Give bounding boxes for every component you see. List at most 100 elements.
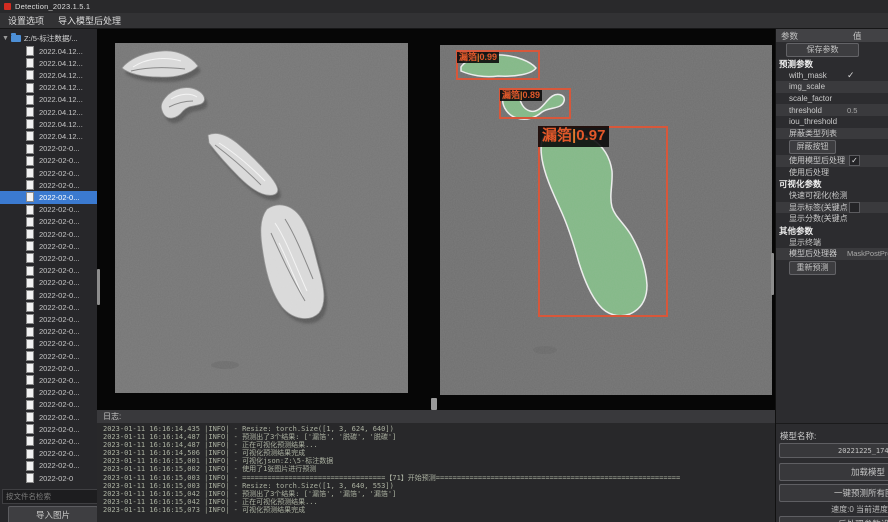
param-button[interactable]: 屏蔽按钮 [789,140,836,154]
param-row[interactable]: scale_factor [776,93,888,105]
import-image-button[interactable]: 导入图片 [8,506,98,522]
file-icon [26,449,34,459]
param-row[interactable]: 显示终端 [776,236,888,248]
file-icon [26,46,34,56]
checkbox[interactable]: ✓ [849,155,860,166]
tree-item-label: 2022-02-0... [39,339,79,348]
tree-item-label: 2022.04.12... [39,120,83,129]
param-label: 显示终端 [776,237,847,248]
predict-all-button[interactable]: 一键预测所有图片 [779,484,888,502]
param-row[interactable]: 模型后处理器MaskPostPro [776,248,888,260]
tree-item[interactable]: 2022-02-0... [0,435,97,447]
tree-item[interactable]: 2022-02-0... [0,228,97,240]
model-name-label: 模型名称: [780,430,816,442]
tree-item[interactable]: 2022.04.12... [0,69,97,81]
hscroll-grip[interactable] [431,398,437,410]
param-row[interactable]: 使用后处理 [776,167,888,179]
tree-item-label: 2022-02-0... [39,144,79,153]
tree-item-label: 2022-02-0... [39,242,79,251]
tree-item-label: 2022-02-0... [39,352,79,361]
tree-root-folder[interactable]: ▼ Z:/5-标注数据/... [2,32,78,44]
left-scroll-grip[interactable] [97,269,100,305]
tree-item[interactable]: 2022.04.12... [0,45,97,57]
tree-item-label: 2022.04.12... [39,47,83,56]
param-row[interactable]: 显示标签(关键点) [776,202,888,214]
tree-item-label: 2022-02-0... [39,181,79,190]
tree-item[interactable]: 2022-02-0... [0,155,97,167]
tree-item[interactable]: 2022-02-0 [0,472,97,484]
tree-item[interactable]: 2022-02-0... [0,326,97,338]
param-row[interactable]: threshold0.5 [776,104,888,116]
menu-item-0[interactable]: 设置选项 [8,14,44,27]
tree-item[interactable]: 2022-02-0... [0,460,97,472]
tree-item-label: 2022-02-0... [39,400,79,409]
param-row[interactable]: 快速可视化(检测) [776,190,888,202]
menu-item-1[interactable]: 导入模型后处理 [58,14,121,27]
detection-label: 漏箔|0.99 [457,52,499,63]
tree-item[interactable]: 2022.04.12... [0,118,97,130]
tree-item[interactable]: 2022-02-0... [0,289,97,301]
tree-item[interactable]: 2022-02-0... [0,277,97,289]
load-model-button[interactable]: 加载模型 [779,463,888,481]
tree-item-label: 2022-02-0... [39,327,79,336]
file-icon [26,424,34,434]
expander-icon[interactable]: ▼ [2,35,8,42]
tree-root-label: Z:/5-标注数据/... [24,33,78,44]
param-row[interactable]: 使用模型后处理✓ [776,155,888,167]
param-row[interactable]: iou_threshold [776,116,888,128]
tree-item[interactable]: 2022-02-0... [0,411,97,423]
tree-item[interactable]: 2022-02-0... [0,204,97,216]
tree-item[interactable]: 2022.04.12... [0,94,97,106]
tree-item-label: 2022-02-0... [39,376,79,385]
tree-item[interactable]: 2022-02-0... [0,350,97,362]
tree-item[interactable]: 2022-02-0... [0,448,97,460]
param-row[interactable]: 重新预测 [776,260,888,276]
file-icon [26,339,34,349]
tree-item[interactable]: 2022-02-0... [0,399,97,411]
check-icon[interactable]: ✓ [847,70,888,81]
right-scroll-grip[interactable] [771,253,774,295]
tree-item[interactable]: 2022-02-0... [0,143,97,155]
param-button[interactable]: 保存参数 [786,43,859,57]
param-row[interactable]: 屏蔽按钮 [776,139,888,155]
prediction-image-view[interactable]: 漏箔|0.99漏箔|0.89漏箔|0.97 [440,45,772,395]
tree-item[interactable]: 2022-02-0... [0,362,97,374]
tree-item[interactable]: 2022-02-0... [0,313,97,325]
postprocess-settings-button[interactable]: 后处理参数设置 [779,516,888,522]
param-button[interactable]: 重新预测 [789,261,836,275]
tree-item[interactable]: 2022-02-0... [0,179,97,191]
class-name: 漏箔 [502,90,520,100]
param-row[interactable]: 保存参数 [776,42,888,58]
search-input[interactable] [2,489,98,504]
class-name: 漏箔 [542,127,572,144]
param-row[interactable]: with_mask✓ [776,70,888,82]
tree-item[interactable]: 2022-02-0... [0,338,97,350]
tree-item-label: 2022-02-0... [39,205,79,214]
tree-item[interactable]: 2022.04.12... [0,106,97,118]
checkbox[interactable] [849,202,860,213]
tree-item[interactable]: 2022-02-0... [0,423,97,435]
tree-item[interactable]: 2022-02-0... [0,191,97,203]
tree-item[interactable]: 2022.04.12... [0,57,97,69]
param-row[interactable]: 显示分数(关键点) [776,213,888,225]
tree-item[interactable]: 2022-02-0... [0,167,97,179]
tree-item[interactable]: 2022-02-0... [0,301,97,313]
raw-image-view[interactable] [115,43,408,393]
param-label: 快速可视化(检测) [776,190,847,201]
tree-item-label: 2022-02-0... [39,291,79,300]
tree-item[interactable]: 2022-02-0... [0,265,97,277]
tree-item[interactable]: 2022-02-0... [0,252,97,264]
model-name-field[interactable]: 20221225_174813... [779,443,888,458]
tree-item[interactable]: 2022.04.12... [0,130,97,142]
tree-item[interactable]: 2022-02-0... [0,374,97,386]
tree-item[interactable]: 2022-02-0... [0,216,97,228]
file-icon [26,241,34,251]
window-title: Detection_2023.1.5.1 [15,2,90,11]
tree-item[interactable]: 2022-02-0... [0,387,97,399]
param-label: 显示标签(关键点) [776,202,847,213]
param-row[interactable]: 屏蔽类型列表 [776,128,888,140]
tree-item[interactable]: 2022-02-0... [0,240,97,252]
tree-item[interactable]: 2022.04.12... [0,82,97,94]
param-row[interactable]: img_scale [776,81,888,93]
title-bar: Detection_2023.1.5.1 [0,0,888,13]
